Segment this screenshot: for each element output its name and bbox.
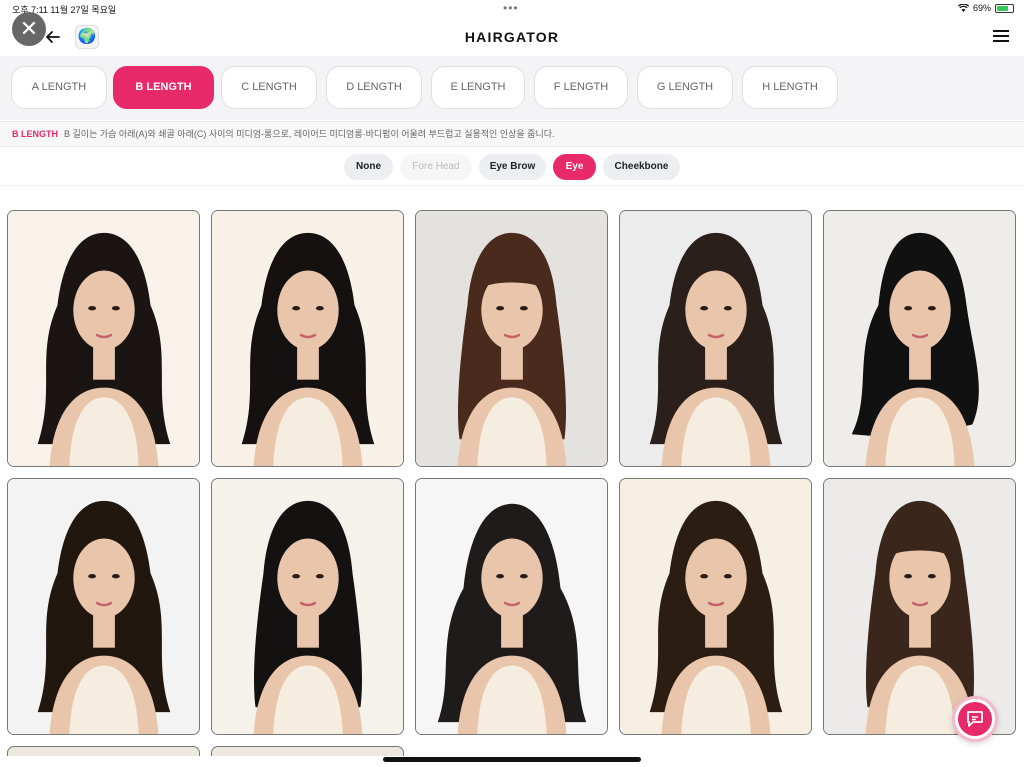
chat-bubble-icon xyxy=(967,711,983,727)
hairstyle-card[interactable] xyxy=(619,210,812,467)
tab-f-length[interactable]: F LENGTH xyxy=(534,66,628,109)
hairstyle-portrait-image xyxy=(416,479,607,734)
tab-b-length[interactable]: B LENGTH xyxy=(113,66,214,109)
length-tab-bar: A LENGTH B LENGTH C LENGTH D LENGTH E LE… xyxy=(0,56,1024,120)
hairstyle-portrait-image xyxy=(212,211,403,466)
hairstyle-portrait-image xyxy=(416,211,607,466)
hairstyle-portrait-image xyxy=(620,479,811,734)
face-filter-bar: None Fore Head Eye Brow Eye Cheekbone xyxy=(0,148,1024,186)
wifi-icon xyxy=(957,4,969,12)
tab-d-length[interactable]: D LENGTH xyxy=(326,66,422,109)
filter-eye[interactable]: Eye xyxy=(553,154,596,180)
hairstyle-card[interactable] xyxy=(211,746,404,756)
hairstyle-portrait-image xyxy=(620,211,811,466)
hairstyle-card[interactable] xyxy=(823,210,1016,467)
chat-button[interactable] xyxy=(952,696,998,742)
filter-fore-head[interactable]: Fore Head xyxy=(400,154,472,180)
hairstyle-card[interactable] xyxy=(7,746,200,756)
hairstyle-portrait-image xyxy=(824,479,1015,734)
length-description: B LENGTH B 길이는 가슴 아래(A)와 쇄골 아래(C) 사이의 미디엄… xyxy=(0,121,1024,147)
hairstyle-card[interactable] xyxy=(415,478,608,735)
hairstyle-card[interactable] xyxy=(7,478,200,735)
filter-none[interactable]: None xyxy=(344,154,393,180)
description-tag: B LENGTH xyxy=(12,129,58,139)
multitask-dots-icon[interactable]: ••• xyxy=(503,1,519,15)
description-text: B 길이는 가슴 아래(A)와 쇄골 아래(C) 사이의 미디엄-롱으로, 레이… xyxy=(64,129,555,139)
battery-percent: 69% xyxy=(972,3,991,13)
app-header: 🌍 HAIRGATOR xyxy=(0,18,1024,56)
hairstyle-card[interactable] xyxy=(619,478,812,735)
home-indicator[interactable] xyxy=(383,757,641,762)
close-button[interactable]: ✕ xyxy=(12,12,46,46)
close-icon: ✕ xyxy=(19,16,39,41)
hairstyle-card[interactable] xyxy=(211,478,404,735)
hairstyle-portrait-image xyxy=(212,479,403,734)
hairstyle-portrait-image xyxy=(824,211,1015,466)
hairstyle-card[interactable] xyxy=(823,478,1016,735)
tab-e-length[interactable]: E LENGTH xyxy=(431,66,525,109)
hamburger-menu-icon[interactable] xyxy=(993,30,1009,42)
filter-eye-brow[interactable]: Eye Brow xyxy=(479,154,546,180)
status-right: 69% xyxy=(957,3,1014,13)
filter-cheekbone[interactable]: Cheekbone xyxy=(603,154,680,180)
tab-h-length[interactable]: H LENGTH xyxy=(742,66,838,109)
app-title: HAIRGATOR xyxy=(464,29,560,45)
hairstyle-card[interactable] xyxy=(415,210,608,467)
status-bar: 오후 7:11 11월 27일 목요일 ••• 69% xyxy=(0,0,1024,18)
hairstyle-card[interactable] xyxy=(211,210,404,467)
hairstyle-portrait-image xyxy=(8,479,199,734)
tab-c-length[interactable]: C LENGTH xyxy=(221,66,317,109)
hairstyle-portrait-image xyxy=(8,211,199,466)
tab-a-length[interactable]: A LENGTH xyxy=(11,66,107,109)
battery-icon xyxy=(995,3,1014,13)
tab-g-length[interactable]: G LENGTH xyxy=(637,66,733,109)
hairstyle-card[interactable] xyxy=(7,210,200,467)
